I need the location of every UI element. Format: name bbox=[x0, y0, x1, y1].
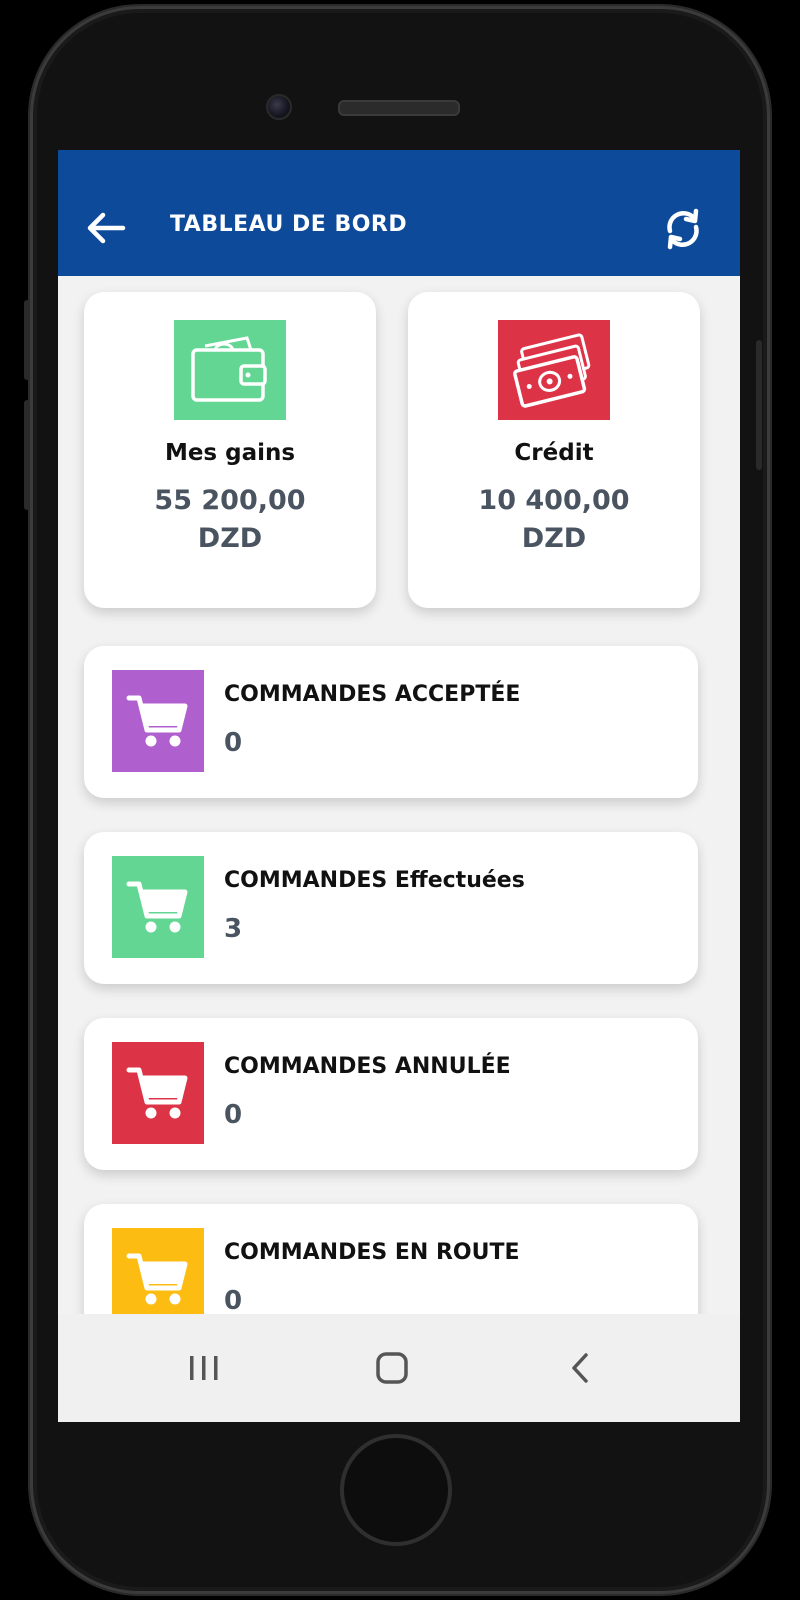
nav-back-button[interactable] bbox=[550, 1340, 610, 1396]
screen: TABLEAU DE BORD Mes gains 55 200,00 DZD bbox=[58, 150, 740, 1422]
credit-amount-currency: DZD bbox=[521, 523, 587, 554]
credit-amount-value: 10 400,00 bbox=[478, 485, 630, 516]
earnings-label: Mes gains bbox=[164, 440, 296, 466]
front-camera bbox=[266, 94, 292, 120]
orders-completed-icon-box bbox=[112, 856, 204, 958]
earnings-card[interactable]: Mes gains 55 200,00 DZD bbox=[84, 292, 376, 608]
orders-completed-card[interactable]: COMMANDES Effectuées 3 bbox=[84, 832, 698, 984]
cart-icon bbox=[126, 1253, 188, 1305]
nav-back-icon bbox=[572, 1353, 588, 1383]
page-title: TABLEAU DE BORD bbox=[170, 212, 408, 237]
home-button[interactable] bbox=[362, 1340, 422, 1396]
speaker-grille bbox=[338, 100, 460, 116]
orders-completed-label: COMMANDES Effectuées bbox=[224, 868, 525, 893]
refresh-button[interactable] bbox=[658, 204, 708, 254]
credit-label: Crédit bbox=[514, 440, 594, 466]
earnings-amount-currency: DZD bbox=[197, 523, 263, 554]
system-nav-bar bbox=[58, 1314, 740, 1422]
orders-accepted-card[interactable]: COMMANDES ACCEPTÉE 0 bbox=[84, 646, 698, 798]
orders-cancelled-label: COMMANDES ANNULÉE bbox=[224, 1054, 511, 1079]
orders-accepted-label: COMMANDES ACCEPTÉE bbox=[224, 682, 521, 707]
cart-icon bbox=[126, 1067, 188, 1119]
side-button bbox=[24, 300, 30, 380]
orders-completed-count: 3 bbox=[224, 914, 243, 944]
credit-icon-box bbox=[498, 320, 610, 420]
cart-icon bbox=[126, 881, 188, 933]
arrow-left-icon bbox=[87, 212, 126, 244]
orders-accepted-count: 0 bbox=[224, 728, 243, 758]
refresh-icon bbox=[667, 208, 699, 250]
orders-cancelled-count: 0 bbox=[224, 1100, 243, 1130]
credit-amount: 10 400,00 DZD bbox=[408, 482, 700, 558]
earnings-icon-box bbox=[174, 320, 286, 420]
cart-icon bbox=[126, 695, 188, 747]
orders-cancelled-icon-box bbox=[112, 1042, 204, 1144]
side-button bbox=[24, 400, 30, 510]
wallet-icon bbox=[191, 336, 267, 402]
back-button[interactable] bbox=[82, 206, 130, 250]
earnings-amount-value: 55 200,00 bbox=[154, 485, 306, 516]
home-icon bbox=[376, 1352, 408, 1384]
app-header: TABLEAU DE BORD bbox=[58, 150, 740, 276]
banknotes-icon bbox=[513, 333, 591, 408]
orders-en-route-label: COMMANDES EN ROUTE bbox=[224, 1240, 520, 1265]
orders-cancelled-card[interactable]: COMMANDES ANNULÉE 0 bbox=[84, 1018, 698, 1170]
recents-button[interactable] bbox=[174, 1340, 234, 1396]
side-button bbox=[756, 340, 762, 470]
orders-en-route-count: 0 bbox=[224, 1286, 243, 1316]
recents-icon bbox=[190, 1356, 218, 1380]
phone-home-button[interactable] bbox=[340, 1434, 452, 1546]
earnings-amount: 55 200,00 DZD bbox=[84, 482, 376, 558]
orders-accepted-icon-box bbox=[112, 670, 204, 772]
credit-card[interactable]: Crédit 10 400,00 DZD bbox=[408, 292, 700, 608]
